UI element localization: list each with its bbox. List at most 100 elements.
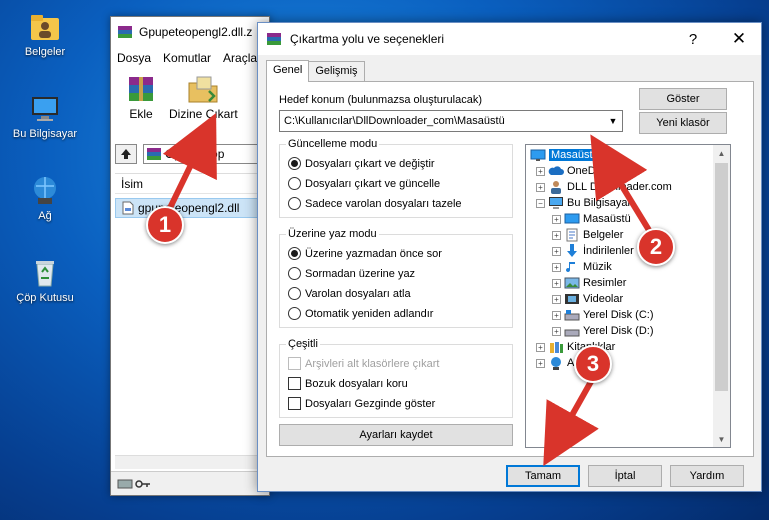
extract-to-button[interactable]: Dizine Çıkart: [169, 73, 238, 121]
new-folder-button[interactable]: Yeni klasör: [639, 112, 727, 134]
overwrite-option-without-prompt[interactable]: Sormadan üzerine yaz: [288, 267, 415, 280]
scroll-up-icon[interactable]: ▲: [713, 145, 730, 161]
annotation-badge-1: 1: [146, 206, 184, 244]
annotation-badge-2: 2: [637, 228, 675, 266]
option-label: Sadece varolan dosyaları tazele: [305, 197, 462, 210]
music-icon: [566, 262, 575, 273]
checkbox[interactable]: [288, 397, 301, 410]
update-option-freshen[interactable]: Sadece varolan dosyaları tazele: [288, 197, 462, 210]
collapse-icon[interactable]: −: [536, 198, 545, 208]
winrar-path-combo[interactable]: Gpupeteop: [143, 144, 273, 164]
update-mode-title: Güncelleme modu: [286, 138, 380, 150]
overwrite-option-skip[interactable]: Varolan dosyaları atla: [288, 287, 411, 300]
download-icon: [567, 244, 577, 257]
expand-icon[interactable]: +: [552, 262, 561, 272]
expand-icon[interactable]: +: [552, 278, 561, 288]
misc-group: Çeşitli Arşivleri alt klasörlere çıkart …: [279, 338, 513, 418]
desktop-icon-belgeler[interactable]: Belgeler: [8, 10, 82, 58]
tree-item-downloads[interactable]: + İndirilenler: [552, 243, 634, 259]
radio-button[interactable]: [288, 157, 301, 170]
expand-icon[interactable]: +: [552, 246, 561, 256]
radio-button[interactable]: [288, 267, 301, 280]
expand-icon[interactable]: +: [552, 326, 561, 336]
save-settings-button[interactable]: Ayarları kaydet: [279, 424, 513, 446]
winrar-menubar: Dosya Komutlar Araçla: [111, 47, 269, 69]
close-button[interactable]: ✕: [717, 23, 761, 55]
desktop-icon-ag[interactable]: Ağ: [8, 174, 82, 222]
expand-icon[interactable]: +: [552, 214, 561, 224]
winrar-titlebar[interactable]: Gpupeteopengl2.dll.z: [111, 17, 269, 47]
expand-icon[interactable]: +: [536, 166, 545, 176]
folder-tree[interactable]: Masaüstü + OneDrive + DLL Downloader.com…: [525, 144, 731, 448]
overwrite-option-rename[interactable]: Otomatik yeniden adlandır: [288, 307, 433, 320]
expand-icon[interactable]: +: [536, 182, 545, 192]
update-option-extract-update[interactable]: Dosyaları çıkart ve güncelle: [288, 177, 440, 190]
tab-gelismis[interactable]: Gelişmiş: [308, 61, 365, 81]
option-label: Dosyaları Gezginde göster: [305, 397, 436, 410]
desktop-icon-cop-kutusu[interactable]: Çöp Kutusu: [8, 256, 82, 304]
desktop-icon-bu-bilgisayar[interactable]: Bu Bilgisayar: [8, 92, 82, 140]
scroll-down-icon[interactable]: ▼: [713, 431, 730, 447]
tree-item-documents[interactable]: + Belgeler: [552, 227, 623, 243]
overwrite-option-ask[interactable]: Üzerine yazmadan önce sor: [288, 247, 442, 260]
dialog-title: Çıkartma yolu ve seçenekleri: [290, 32, 445, 46]
tree-item-desktop-root[interactable]: Masaüstü: [530, 147, 601, 163]
ok-button[interactable]: Tamam: [506, 465, 580, 487]
tree-vertical-scrollbar[interactable]: ▲ ▼: [713, 145, 730, 447]
drive-icon: [564, 329, 580, 337]
tree-item-drive-c[interactable]: + Yerel Disk (C:): [552, 307, 654, 323]
tree-item-music[interactable]: + Müzik: [552, 259, 612, 275]
menu-dosya[interactable]: Dosya: [117, 51, 151, 65]
tree-item-drive-d[interactable]: + Yerel Disk (D:): [552, 323, 654, 339]
tree-item-onedrive[interactable]: + OneDrive: [536, 163, 613, 179]
tree-item-pc-desktop[interactable]: + Masaüstü: [552, 211, 631, 227]
help-button[interactable]: Yardım: [670, 465, 744, 487]
menu-komutlar[interactable]: Komutlar: [163, 51, 211, 65]
menu-araclar[interactable]: Araçla: [223, 51, 257, 65]
scroll-thumb[interactable]: [715, 163, 728, 391]
misc-option-show-explorer[interactable]: Dosyaları Gezginde göster: [288, 397, 435, 410]
tree-item-pictures[interactable]: + Resimler: [552, 275, 626, 291]
tree-item-videos[interactable]: + Videolar: [552, 291, 623, 307]
up-folder-button[interactable]: [115, 144, 137, 164]
network-icon: [551, 357, 561, 370]
expand-icon[interactable]: +: [536, 342, 545, 352]
tree-item-this-pc[interactable]: − Bu Bilgisayar: [536, 195, 631, 211]
checkbox[interactable]: [288, 377, 301, 390]
computer-icon: [549, 197, 563, 209]
cancel-button[interactable]: İptal: [588, 465, 662, 487]
add-button[interactable]: Ekle: [123, 73, 159, 121]
expand-icon[interactable]: +: [536, 358, 545, 368]
tab-genel[interactable]: Genel: [266, 60, 310, 82]
add-label: Ekle: [129, 107, 153, 121]
winrar-pathbar: Gpupeteop: [115, 142, 273, 166]
up-arrow-icon: [121, 149, 131, 159]
radio-button[interactable]: [288, 177, 301, 190]
extract-to-label: Dizine Çıkart: [169, 107, 238, 121]
tree-item-user[interactable]: + DLL Downloader.com: [536, 179, 672, 195]
option-label: Dosyaları çıkart ve güncelle: [305, 177, 441, 190]
radio-button[interactable]: [288, 307, 301, 320]
option-label: Otomatik yeniden adlandır: [305, 307, 434, 320]
column-header-name[interactable]: İsim: [115, 174, 269, 194]
dialog-titlebar[interactable]: Çıkartma yolu ve seçenekleri ? ✕: [258, 23, 761, 55]
misc-option-keep-broken[interactable]: Bozuk dosyaları koru: [288, 377, 408, 390]
radio-button[interactable]: [288, 197, 301, 210]
expand-icon[interactable]: +: [552, 294, 561, 304]
help-title-button[interactable]: ?: [671, 23, 715, 55]
file-row[interactable]: gpupeteopengl2.dll: [115, 198, 269, 218]
destination-path-combo[interactable]: C:\Kullanıcılar\DllDownloader_com\Masaüs…: [279, 110, 623, 132]
expand-icon[interactable]: +: [552, 310, 561, 320]
radio-button[interactable]: [288, 287, 301, 300]
dll-file-icon: [122, 201, 134, 215]
update-option-extract-replace[interactable]: Dosyaları çıkart ve değiştir: [288, 157, 435, 170]
desktop-icon: [530, 149, 546, 161]
expand-icon[interactable]: +: [552, 230, 561, 240]
option-label: Sormadan üzerine yaz: [305, 267, 416, 280]
winrar-horizontal-scrollbar[interactable]: [115, 455, 269, 469]
option-label: Varolan dosyaları atla: [305, 287, 411, 300]
show-button[interactable]: Göster: [639, 88, 727, 110]
winrar-icon: [267, 33, 281, 45]
radio-button[interactable]: [288, 247, 301, 260]
chevron-down-icon[interactable]: ▼: [604, 111, 622, 131]
